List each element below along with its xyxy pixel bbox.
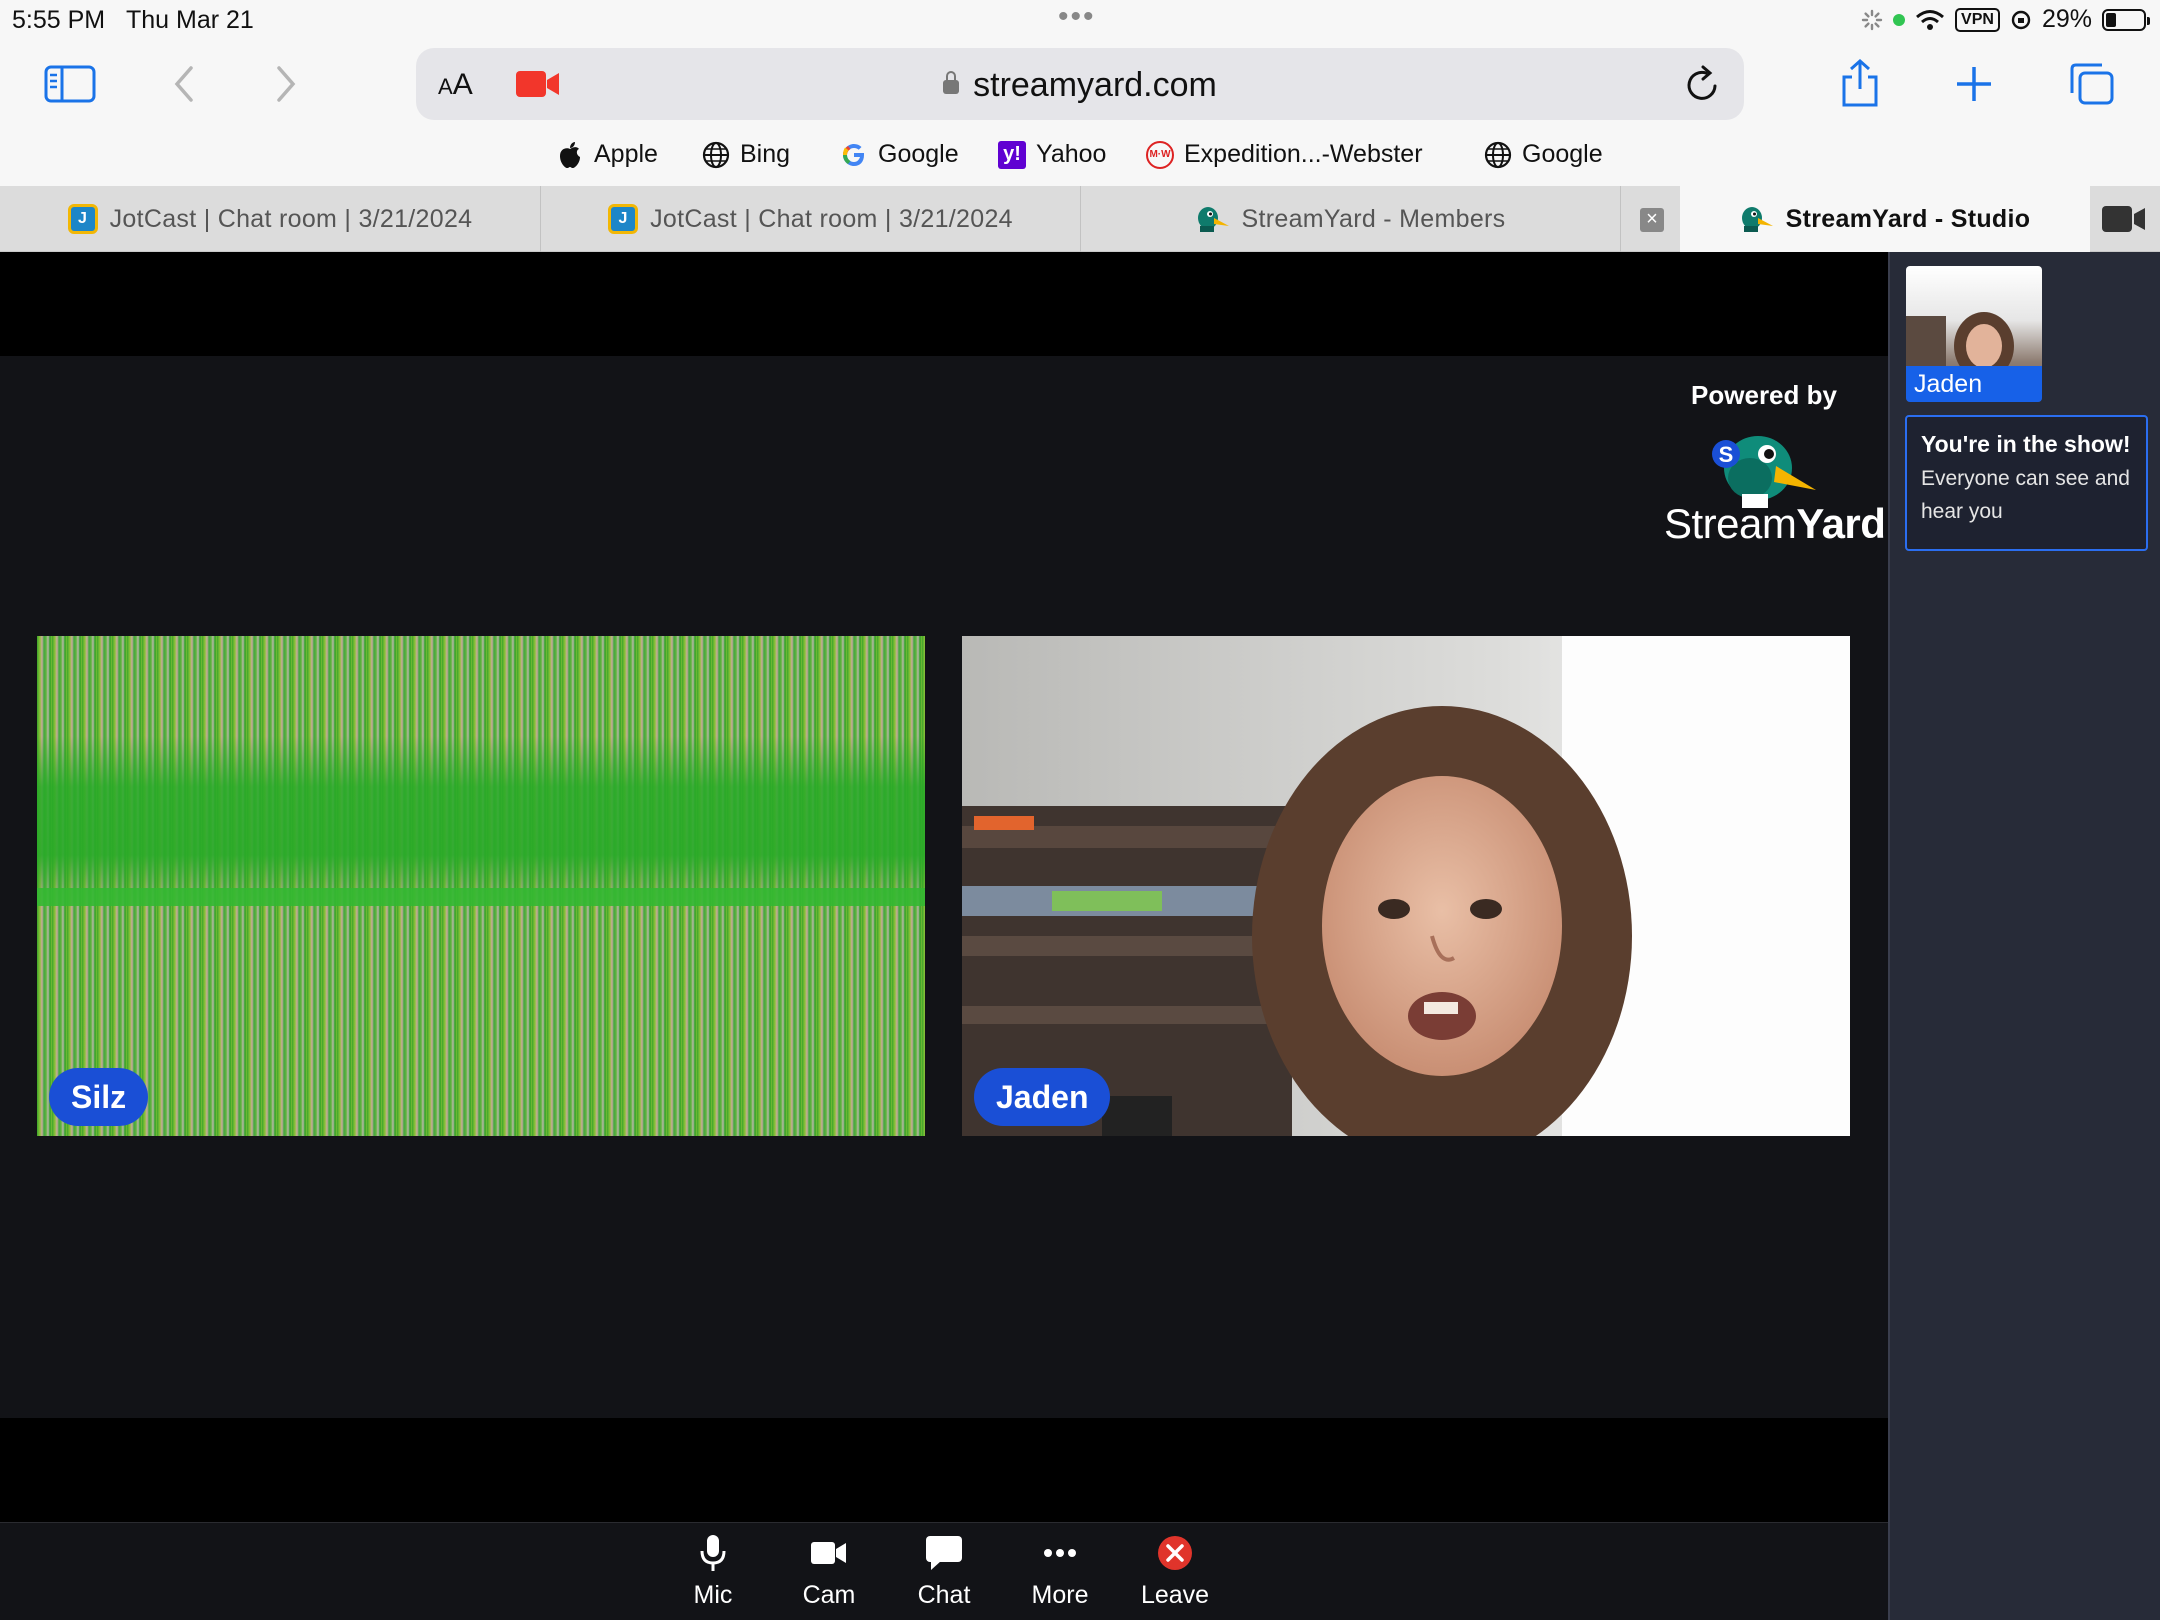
participant-name-badge: Jaden (974, 1068, 1111, 1126)
participant-tile-jaden[interactable]: Jaden (962, 636, 1850, 1136)
orientation-lock-icon (2011, 10, 2031, 29)
apple-icon (556, 141, 584, 169)
share-icon[interactable] (1832, 58, 1888, 110)
mic-button[interactable]: Mic (663, 1531, 763, 1610)
clock: 5:55 PM (12, 6, 106, 34)
studio-side-panel: Jaden You're in the show! Everyone can s… (1888, 252, 2160, 1620)
camera-in-use-indicator (1893, 13, 1906, 26)
favorite-apple[interactable]: Apple (556, 140, 658, 169)
more-icon (1010, 1531, 1110, 1575)
notice-text: Everyone can see and hear you (1921, 467, 2130, 523)
chat-button[interactable]: Chat (894, 1531, 994, 1610)
leave-icon (1125, 1531, 1225, 1575)
close-tab-icon[interactable]: × (1640, 208, 1664, 232)
favorite-bing[interactable]: Bing (702, 140, 790, 169)
browser-toolbar: AA streamyard.com (0, 40, 2160, 130)
streamyard-duck-icon (1741, 207, 1773, 232)
sidebar-toggle-icon[interactable] (42, 58, 98, 110)
participant-tile-silz[interactable]: Silz (37, 636, 925, 1136)
mic-icon (663, 1531, 763, 1575)
lock-icon (943, 71, 960, 94)
globe-icon (702, 141, 730, 169)
tab-overview-icon[interactable] (2064, 58, 2120, 110)
chat-icon (894, 1531, 994, 1575)
studio-top-bar (0, 252, 1888, 356)
in-show-notice: You're in the show! Everyone can see and… (1905, 415, 2148, 551)
camera-icon (2102, 206, 2146, 237)
tab-streamyard-members[interactable]: StreamYard - Members (1081, 186, 1621, 252)
back-icon[interactable] (156, 58, 212, 110)
self-name-label: Jaden (1906, 366, 2042, 402)
broadcast-stage: Powered by S StreamYard Silz Jaden (0, 356, 1888, 1418)
camera-video-feed (962, 636, 1850, 1136)
self-preview-thumbnail[interactable]: Jaden (1906, 266, 2042, 402)
streamyard-duck-icon (1197, 207, 1229, 232)
tab-streamyard-studio[interactable]: StreamYard - Studio (1680, 186, 2090, 252)
studio-controls: Mic Cam Chat More Leave (0, 1522, 1888, 1620)
status-bar: 5:55 PM Thu Mar 21 ••• VPN 29% (0, 0, 2160, 40)
favorite-google[interactable]: Google (840, 140, 959, 169)
favorites-bar: Apple Bing Google y! Yahoo M·W Expeditio… (0, 130, 2160, 186)
battery-icon (2102, 8, 2150, 31)
reload-icon[interactable] (1684, 64, 1722, 109)
favorite-merriam-webster[interactable]: M·W Expedition...-Webster (1146, 140, 1423, 169)
yahoo-icon: y! (998, 140, 1026, 169)
participant-name-badge: Silz (49, 1068, 149, 1126)
video-glitch-band (37, 736, 925, 906)
forward-icon[interactable] (258, 58, 314, 110)
favorite-google-2[interactable]: Google (1484, 140, 1603, 169)
cam-button[interactable]: Cam (779, 1531, 879, 1610)
camera-icon (779, 1531, 879, 1575)
tab-jotcast-1[interactable]: J JotCast | Chat room | 3/21/2024 (0, 186, 541, 252)
merriam-webster-icon: M·W (1146, 140, 1174, 169)
leave-button[interactable]: Leave (1125, 1531, 1225, 1610)
address-bar[interactable]: AA streamyard.com (416, 48, 1744, 120)
jotcast-icon: J (67, 204, 98, 234)
multitasking-dots-icon[interactable]: ••• (1058, 0, 1096, 34)
studio-bottom-bar (0, 1418, 1888, 1522)
notice-title: You're in the show! (1921, 431, 2131, 457)
vpn-badge: VPN (1955, 7, 2000, 32)
battery-percent: 29% (2041, 5, 2092, 33)
tab-jotcast-2[interactable]: J JotCast | Chat room | 3/21/2024 (541, 186, 1081, 252)
new-tab-icon[interactable] (1946, 58, 2002, 110)
loading-spinner-icon (1861, 9, 1883, 30)
wifi-icon (1916, 9, 1945, 30)
google-icon (840, 141, 868, 169)
favorite-yahoo[interactable]: y! Yahoo (998, 140, 1106, 169)
svg-text:S: S (1719, 442, 1734, 467)
date: Thu Mar 21 (126, 6, 254, 34)
tab-bar: J JotCast | Chat room | 3/21/2024 J JotC… (0, 186, 2160, 252)
globe-icon (1484, 141, 1512, 169)
video-glitch-line (37, 888, 925, 906)
powered-by-label: Powered by (1691, 380, 1837, 410)
more-button[interactable]: More (1010, 1531, 1110, 1610)
streamyard-wordmark: StreamYard (1664, 500, 1886, 547)
url-display[interactable]: streamyard.com (416, 66, 1744, 105)
jotcast-icon: J (608, 204, 639, 234)
